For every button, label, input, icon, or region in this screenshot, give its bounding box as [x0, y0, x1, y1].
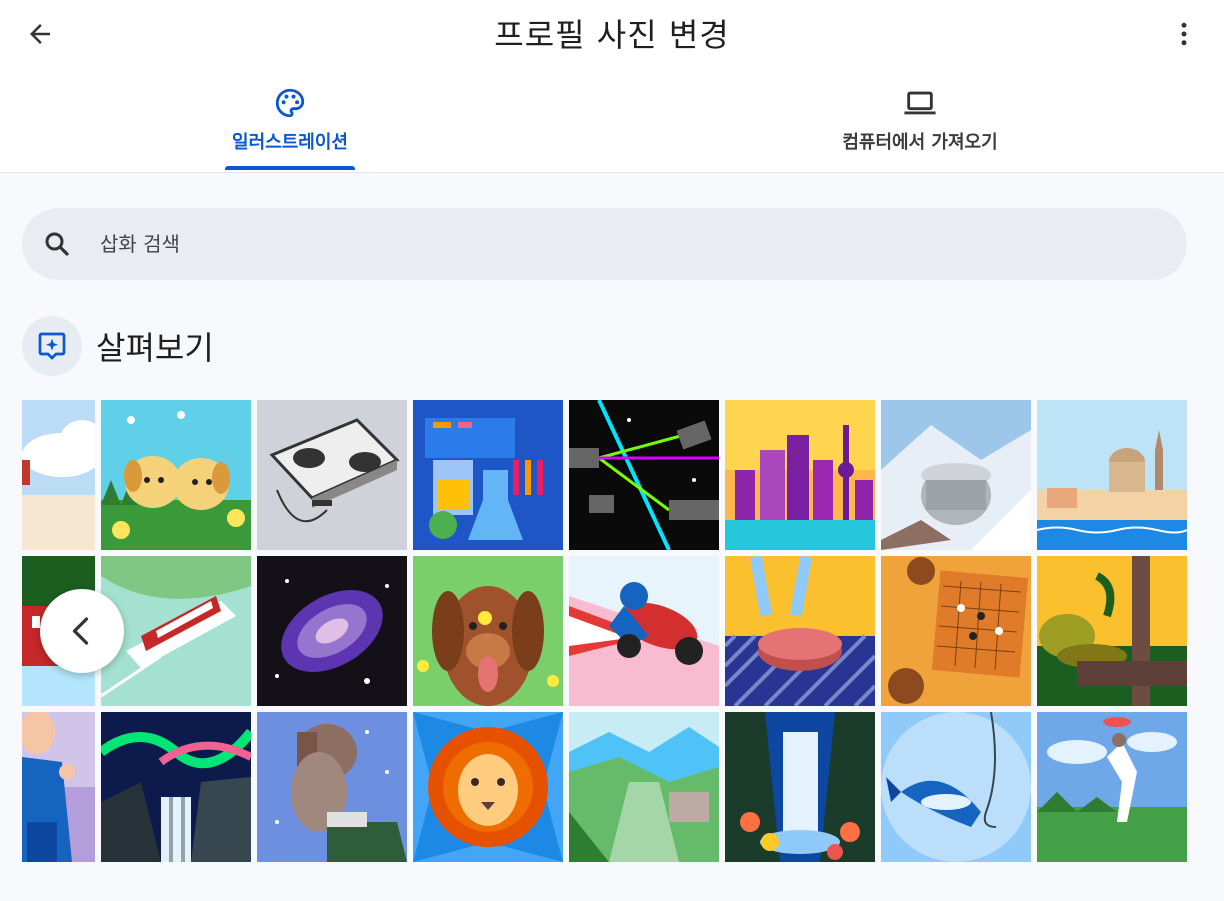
search-icon — [45, 232, 69, 256]
page-title: 프로필 사진 변경 — [494, 16, 730, 54]
illustration-fur-hat-person[interactable] — [257, 712, 407, 862]
tab-illustrations[interactable]: 일러스트레이션 — [190, 86, 390, 172]
tab-from-computer[interactable]: 컴퓨터에서 가져오기 — [820, 86, 1020, 172]
illustration-science-lab[interactable] — [413, 400, 563, 550]
illustration-aurora-waterfall[interactable] — [101, 712, 251, 862]
illustration-puppies[interactable] — [101, 400, 251, 550]
illustration-purple-galaxy[interactable] — [257, 556, 407, 706]
illustration-laser-space[interactable] — [569, 400, 719, 550]
palette-icon — [275, 88, 305, 118]
search-input[interactable] — [98, 231, 1002, 257]
illustration-lion-face[interactable] — [413, 712, 563, 862]
illustration-motorcycle-racer[interactable] — [569, 556, 719, 706]
illustration-clouds[interactable] — [22, 400, 95, 550]
illustration-go-board[interactable] — [881, 556, 1031, 706]
app-bar: 프로필 사진 변경 일러스트레이션 컴퓨터에서 가져오기 — [0, 0, 1224, 173]
section-title: 살펴보기 — [96, 329, 214, 367]
explore-section-header: 살펴보기 — [22, 316, 214, 376]
laptop-icon — [904, 91, 936, 115]
active-tab-indicator — [225, 166, 355, 170]
illustration-purple-city[interactable] — [725, 400, 875, 550]
chevron-left-icon — [72, 617, 89, 645]
illustration-mountain-building[interactable] — [881, 400, 1031, 550]
illustration-dog-frisbee[interactable] — [1037, 712, 1187, 862]
explore-sparkle-icon — [38, 332, 66, 360]
illustration-coastal-town[interactable] — [1037, 400, 1187, 550]
illustration-jungle-python[interactable] — [1037, 556, 1187, 706]
search-bar[interactable] — [22, 208, 1187, 280]
tab-label: 일러스트레이션 — [232, 132, 348, 153]
more-options-button[interactable] — [1162, 12, 1206, 56]
illustration-golden-dog[interactable] — [413, 556, 563, 706]
illustration-dj-turntable[interactable] — [257, 400, 407, 550]
illustration-musician[interactable] — [22, 712, 95, 862]
carousel-prev-button[interactable] — [40, 589, 124, 673]
illustration-waterfall-flowers[interactable] — [725, 712, 875, 862]
illustration-valley-river[interactable] — [569, 712, 719, 862]
illustration-fish-hook[interactable] — [881, 712, 1031, 862]
explore-badge — [22, 316, 82, 376]
more-vertical-icon — [1181, 22, 1187, 46]
illustration-grilled-steak[interactable] — [725, 556, 875, 706]
tab-label: 컴퓨터에서 가져오기 — [842, 132, 998, 153]
